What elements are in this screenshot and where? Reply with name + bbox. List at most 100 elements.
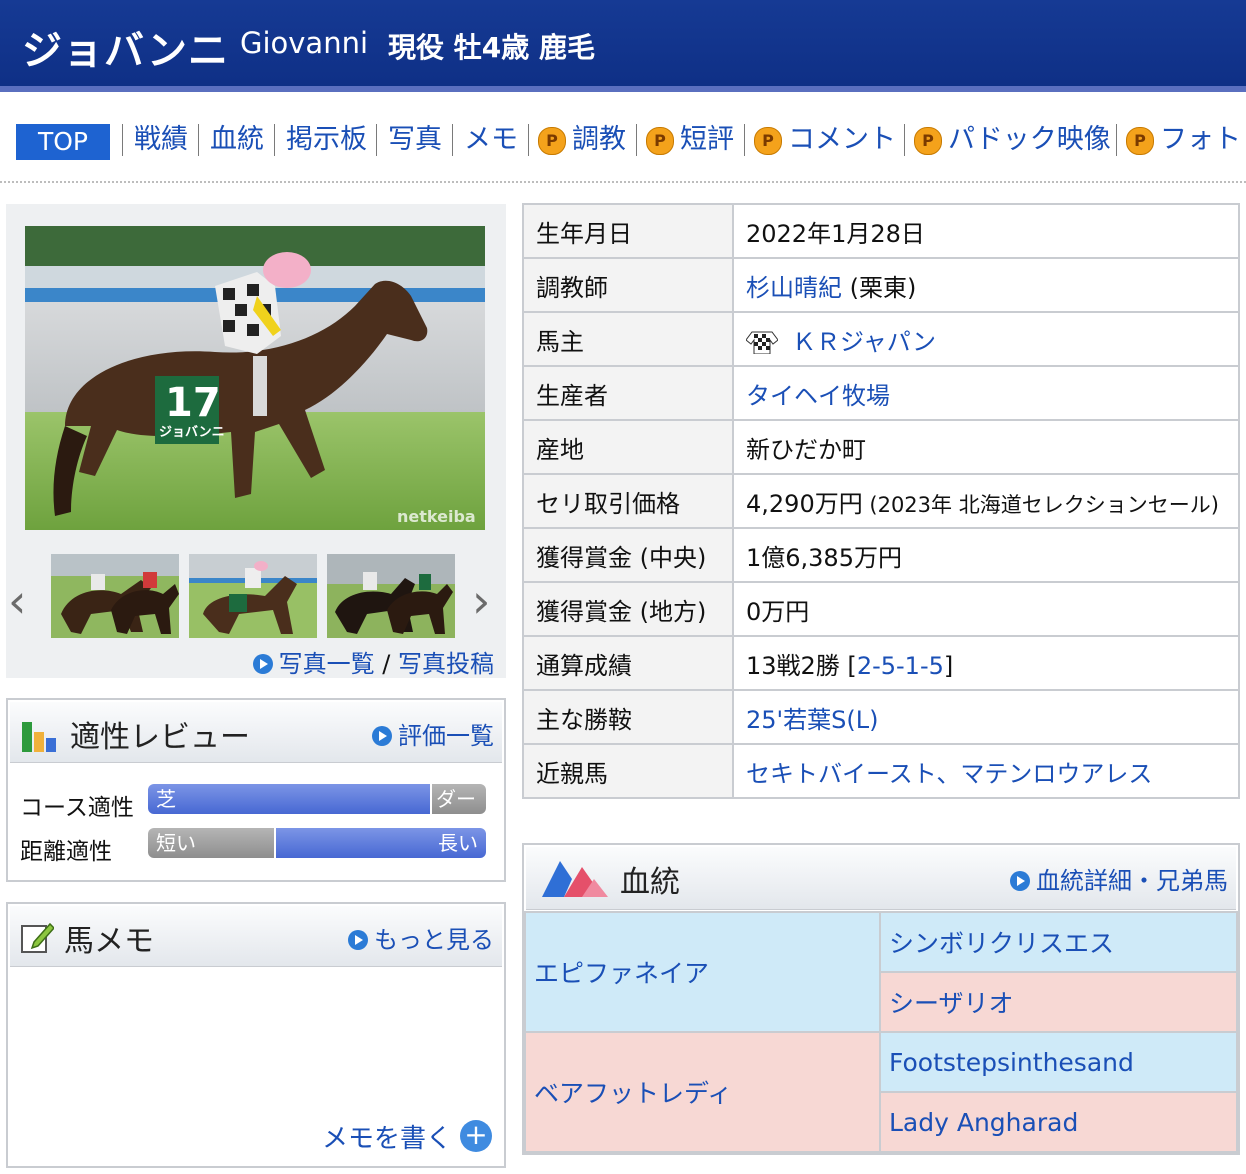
arrow-circle-icon [252, 654, 273, 674]
tab-paddock-video-label: パドック映像 [948, 124, 1111, 155]
pedigree-logo-icon [542, 861, 608, 897]
tab-pedigree[interactable]: 血統 [210, 120, 264, 160]
table-row: 生産者 タイヘイ牧場 [522, 365, 1240, 421]
table-row: 生年月日 2022年1月28日 [522, 203, 1240, 259]
photo-list-link[interactable]: 写真一覧 [279, 650, 375, 678]
trainer-link[interactable]: 杉山晴紀 [746, 274, 842, 302]
tab-paddock-video[interactable]: P パドック映像 [914, 120, 1111, 160]
table-row: 産地 新ひだか町 [522, 419, 1240, 475]
sire-cell[interactable]: エピファネイア [524, 911, 881, 1033]
dam-sire-cell[interactable]: Footstepsinthesand [879, 1031, 1238, 1093]
nav-separator [198, 124, 199, 156]
tab-short-review[interactable]: P 短評 [646, 120, 734, 160]
owner-silks-icon [745, 331, 779, 354]
bib-number: 17 [165, 380, 221, 426]
career-record-label: 通算成績 [522, 635, 734, 691]
auction-price-value: 4,290万円 (2023年 北海道セレクションセール) [732, 473, 1240, 529]
premium-icon: P [646, 127, 674, 155]
course-aptitude-dirt-segment: ダート [432, 784, 486, 814]
sire-sire-cell[interactable]: シンボリクリスエス [879, 911, 1238, 973]
auction-price-label: セリ取引価格 [522, 473, 734, 529]
main-horse-photo[interactable]: 17 ジョバンニ netkeiba [25, 226, 485, 530]
horse-name-ja: ジョバンニ [22, 28, 229, 74]
dam-dam-cell[interactable]: Lady Angharad [879, 1091, 1238, 1153]
nav-separator [122, 124, 123, 156]
nav-separator [744, 124, 745, 156]
tab-board[interactable]: 掲示板 [286, 120, 367, 160]
tab-photo-premium-label: フォト [1160, 124, 1241, 155]
nav-separator [636, 124, 637, 156]
tab-comment[interactable]: P コメント [754, 120, 896, 160]
relative-link-1[interactable]: セキトバイースト [746, 760, 936, 788]
tab-training[interactable]: P 調教 [538, 120, 626, 160]
see-more-link[interactable]: もっと見る [374, 926, 494, 954]
dirt-label: ダート [436, 787, 476, 811]
owner-link[interactable]: ＫＲジャパン [792, 328, 936, 356]
pedigree-panel: 血統 血統詳細・兄弟馬 エピファネイア ベアフットレディ シンボリクリスエス シ… [522, 843, 1240, 1155]
distance-aptitude-label: 距離適性 [20, 839, 112, 865]
sire-dam-cell[interactable]: シーザリオ [879, 971, 1238, 1033]
tab-top[interactable]: TOP [16, 124, 110, 160]
main-win-label: 主な勝鞍 [522, 689, 734, 745]
owner-value: ＫＲジャパン [732, 311, 1240, 367]
tab-memo[interactable]: メモ [464, 120, 518, 160]
long-label: 長い [438, 831, 478, 855]
arrow-circle-icon [372, 726, 392, 746]
aptitude-review-header: 適性レビュー 評価一覧 [10, 702, 502, 763]
record-breakdown-link[interactable]: 2-5-1-5 [857, 652, 944, 680]
photo-thumbnail-3[interactable] [327, 554, 455, 638]
pedigree-link-wrap: 血統詳細・兄弟馬 [1010, 861, 1228, 896]
pedigree-detail-link[interactable]: 血統詳細・兄弟馬 [1036, 867, 1228, 895]
dam-cell[interactable]: ベアフットレディ [524, 1031, 881, 1153]
photo-post-link[interactable]: 写真投稿 [398, 650, 494, 678]
photo-watermark: netkeiba [397, 507, 476, 526]
bar-chart-icon [22, 722, 56, 752]
thumbnail-image [51, 554, 179, 638]
tab-photo-premium[interactable]: P フォト [1126, 120, 1241, 160]
course-aptitude-label: コース適性 [20, 795, 134, 821]
premium-icon: P [538, 127, 566, 155]
table-row: 調教師 杉山晴紀 (栗東) [522, 257, 1240, 313]
origin-label: 産地 [522, 419, 734, 475]
arrow-circle-icon [348, 930, 368, 950]
write-memo-link[interactable]: メモを書く [322, 1118, 452, 1155]
turf-label: 芝 [156, 787, 176, 811]
photo-prev-arrow[interactable]: ‹ [8, 574, 26, 628]
rating-list-link[interactable]: 評価一覧 [398, 722, 494, 750]
photo-links: 写真一覧 / 写真投稿 [252, 644, 494, 679]
thumbnail-image [189, 554, 317, 638]
photo-next-arrow[interactable]: › [472, 574, 490, 628]
record-suffix: ] [943, 651, 954, 680]
table-row: セリ取引価格 4,290万円 (2023年 北海道セレクションセール) [522, 473, 1240, 529]
dam-dam-name: Lady Angharad [889, 1107, 1079, 1137]
nav-separator [528, 124, 529, 156]
photo-thumbnail-1[interactable] [51, 554, 179, 638]
trainer-region: (栗東) [842, 273, 917, 302]
tab-photos[interactable]: 写真 [388, 120, 442, 160]
breeder-label: 生産者 [522, 365, 734, 421]
distance-aptitude-bar: 短い 長い [148, 828, 486, 858]
main-win-link[interactable]: 25'若葉S(L) [746, 706, 878, 734]
photo-thumbnail-2[interactable] [189, 554, 317, 638]
sire-dam-name: シーザリオ [889, 989, 1014, 1018]
horse-name-en: Giovanni [240, 26, 369, 60]
tab-comment-label: コメント [788, 124, 896, 155]
auction-note: (2023年 北海道セレクションセール) [862, 492, 1219, 517]
header-underline [0, 86, 1246, 92]
career-record-value: 13戦2勝 [2-5-1-5] [732, 635, 1240, 691]
aptitude-review-link-wrap: 評価一覧 [372, 716, 494, 751]
tab-results[interactable]: 戦績 [134, 120, 188, 160]
tab-training-label: 調教 [572, 124, 626, 155]
trainer-value: 杉山晴紀 (栗東) [732, 257, 1240, 313]
relatives-label: 近親馬 [522, 743, 734, 799]
aptitude-review-title: 適性レビュー [70, 720, 250, 755]
main-win-value: 25'若葉S(L) [732, 689, 1240, 745]
pedigree-grid: エピファネイア ベアフットレディ シンボリクリスエス シーザリオ Footste… [524, 911, 1238, 1153]
breeder-link[interactable]: タイヘイ牧場 [746, 382, 890, 410]
sire-sire-name: シンボリクリスエス [889, 929, 1115, 958]
relative-link-2[interactable]: マテンロウアレス [960, 760, 1152, 788]
horse-memo-header: 馬メモ もっと見る [10, 906, 502, 967]
plus-icon[interactable]: + [460, 1120, 492, 1152]
nav-separator [1116, 124, 1117, 156]
table-row: 獲得賞金 (地方) 0万円 [522, 581, 1240, 637]
